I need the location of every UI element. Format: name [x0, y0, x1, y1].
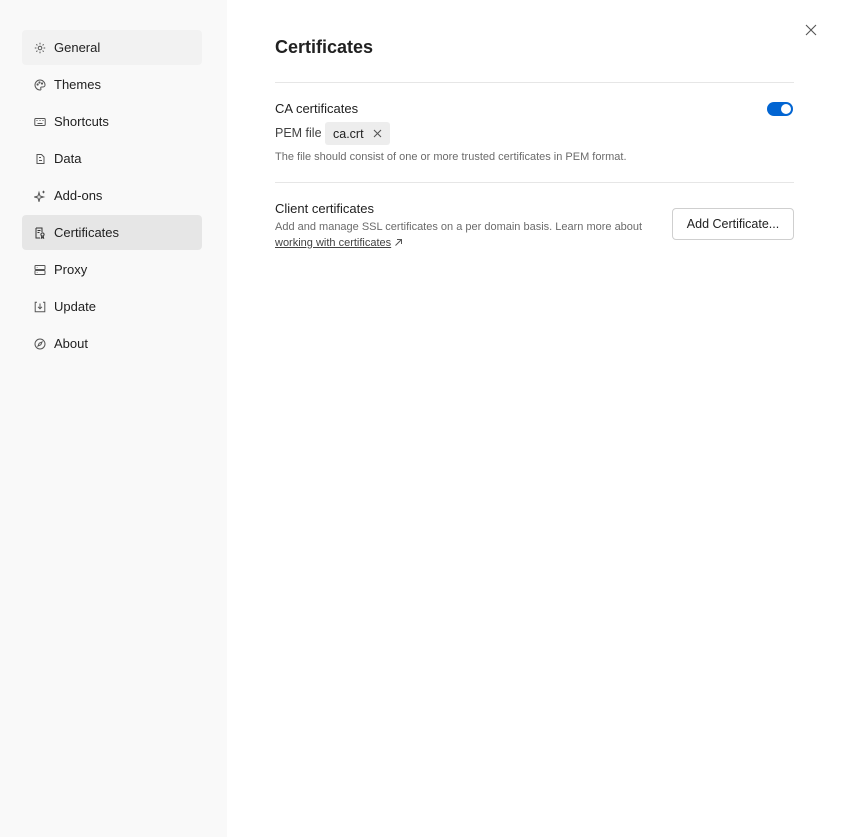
sidebar-item-themes[interactable]: Themes: [22, 67, 202, 102]
proxy-icon: [34, 264, 46, 276]
pem-file-label: PEM file: [275, 126, 322, 140]
sidebar-item-general[interactable]: General: [22, 30, 202, 65]
palette-icon: [34, 78, 46, 91]
divider: [275, 182, 794, 183]
close-button[interactable]: [803, 22, 819, 38]
sidebar-item-update[interactable]: Update: [22, 289, 202, 324]
close-icon: [803, 24, 819, 42]
keyboard-icon: [34, 116, 46, 128]
sidebar-item-add-ons[interactable]: Add-ons: [22, 178, 202, 213]
client-certificates-label: Client certificates: [275, 201, 374, 216]
external-link-icon: [394, 236, 403, 246]
sidebar-item-label: Update: [54, 299, 96, 314]
ca-help-text: The file should consist of one or more t…: [275, 151, 627, 163]
sidebar-item-label: Certificates: [54, 225, 120, 240]
toggle-knob: [781, 104, 791, 114]
sidebar-item-label: Themes: [54, 77, 101, 92]
page-title: Certificates: [275, 37, 374, 57]
sidebar-item-data[interactable]: Data: [22, 141, 202, 176]
sidebar-item-proxy[interactable]: Proxy: [22, 252, 202, 287]
file-name: ca.crt: [333, 126, 364, 141]
gear-icon: [34, 42, 46, 54]
add-certificate-button[interactable]: Add Certificate...: [672, 208, 794, 240]
sparkle-icon: [34, 190, 46, 202]
settings-sidebar: General Themes Shortcuts Data Add-ons Ce…: [0, 0, 227, 837]
working-with-certificates-link[interactable]: working with certificates: [275, 237, 391, 249]
sidebar-item-shortcuts[interactable]: Shortcuts: [22, 104, 202, 139]
sidebar-item-label: Shortcuts: [54, 114, 109, 129]
sidebar-item-label: About: [54, 336, 88, 351]
database-icon: [34, 153, 46, 165]
remove-file-button[interactable]: [373, 129, 382, 138]
settings-nav: General Themes Shortcuts Data Add-ons Ce…: [22, 30, 202, 363]
sidebar-item-certificates[interactable]: Certificates: [22, 215, 202, 250]
sidebar-item-label: General: [54, 40, 101, 55]
sidebar-item-label: Data: [54, 151, 82, 166]
description-text: Add and manage SSL certificates on a per…: [275, 221, 643, 233]
client-certificates-description: Add and manage SSL certificates on a per…: [275, 219, 645, 251]
pem-file-chip: ca.crt: [325, 122, 390, 145]
ca-certificates-label: CA certificates: [275, 101, 359, 116]
compass-icon: [34, 338, 46, 350]
download-icon: [34, 301, 46, 313]
certificate-icon: [34, 227, 46, 239]
sidebar-item-label: Proxy: [54, 262, 88, 277]
ca-certificates-toggle[interactable]: [767, 102, 793, 116]
sidebar-item-about[interactable]: About: [22, 326, 202, 361]
divider: [275, 82, 794, 83]
sidebar-item-label: Add-ons: [54, 188, 103, 203]
